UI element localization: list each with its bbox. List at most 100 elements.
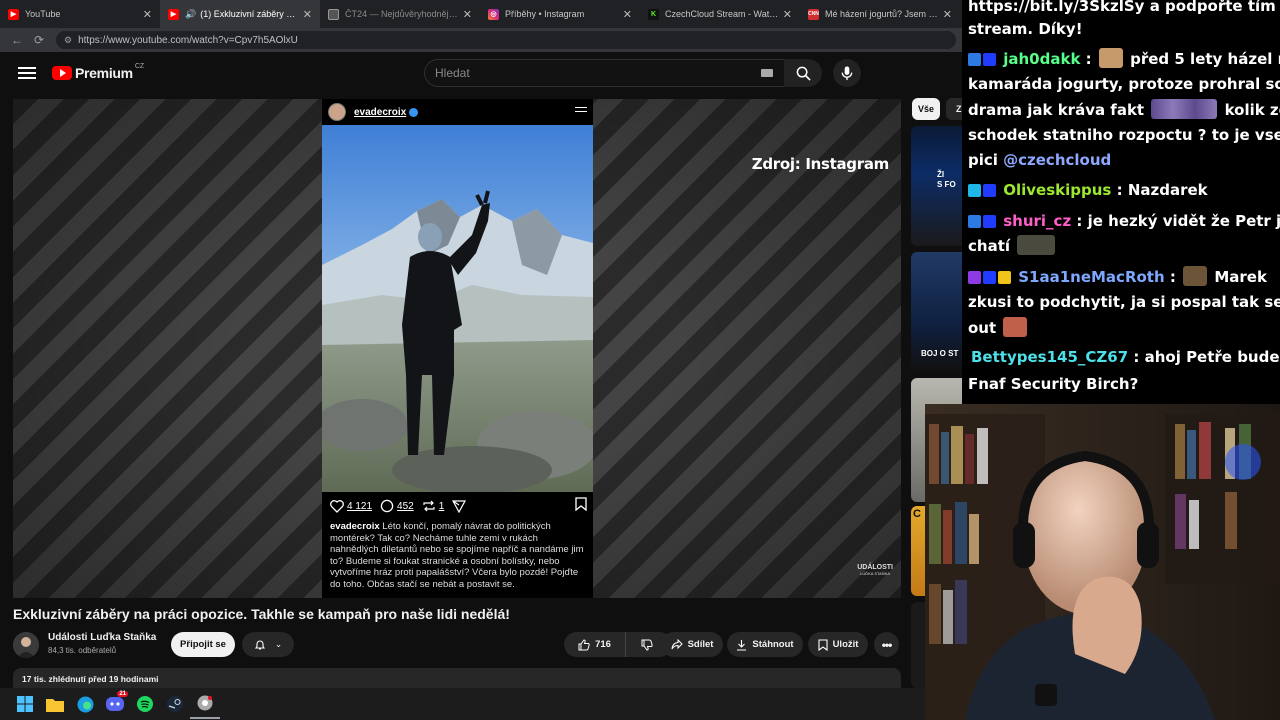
notifications-button[interactable]: ⌄ bbox=[242, 632, 294, 657]
bear-emote-icon bbox=[1183, 266, 1208, 286]
chat-message: před 5 lety házel na bbox=[1130, 50, 1280, 68]
reload-icon[interactable]: ⟳ bbox=[28, 29, 50, 51]
tab-cnn[interactable]: CNN Mé házení jogurtů? Jsem zločinec ✕ bbox=[800, 0, 960, 28]
address-bar-row: ← ⟳ ⚙ https://www.youtube.com/watch?v=Cp… bbox=[0, 28, 962, 52]
more-horizontal-icon: ••• bbox=[881, 637, 893, 652]
youtube-play-icon bbox=[52, 66, 72, 80]
repost-group[interactable]: 1 bbox=[422, 499, 444, 513]
share-icon[interactable] bbox=[452, 499, 467, 513]
logo-text: Premium bbox=[75, 65, 133, 81]
steam-icon[interactable] bbox=[160, 689, 190, 719]
voice-search-button[interactable] bbox=[833, 59, 861, 87]
watermark-line2: LUĎKA STAŇKA bbox=[860, 570, 891, 576]
instagram-caption: evadecroix Léto končí, pomalý návrat do … bbox=[330, 521, 588, 590]
close-tab-icon[interactable]: ✕ bbox=[303, 8, 312, 21]
tab-title: CzechCloud Stream - Watch Live o bbox=[665, 9, 779, 19]
keyboard-icon[interactable] bbox=[761, 69, 773, 77]
cat-emote-icon bbox=[1017, 235, 1056, 255]
save-button[interactable]: Uložit bbox=[808, 632, 868, 657]
close-tab-icon[interactable]: ✕ bbox=[463, 8, 472, 21]
video-player[interactable]: Zdroj: Instagram UDÁLOSTI LUĎKA STAŇKA e… bbox=[13, 99, 901, 598]
description-box[interactable]: 17 tis. zhlédnutí před 19 hodinami bbox=[13, 668, 901, 688]
chat-text: pici bbox=[968, 151, 1004, 169]
tab-ct24[interactable]: ČT24 — Nejdůvěryhodnější zprav ✕ bbox=[320, 0, 480, 28]
chat-mention: @czechcloud bbox=[1003, 151, 1112, 169]
more-actions-button[interactable]: ••• bbox=[874, 632, 899, 657]
url-field[interactable]: ⚙ https://www.youtube.com/watch?v=Cpv7h5… bbox=[56, 31, 956, 49]
bookmark-icon[interactable] bbox=[575, 497, 587, 511]
channel-name[interactable]: Události Luďka Staňka bbox=[48, 632, 156, 643]
avatar[interactable] bbox=[13, 632, 39, 658]
prime-badge-icon bbox=[968, 215, 981, 228]
thumbnail-text: ŽI S FO bbox=[937, 170, 956, 189]
close-tab-icon[interactable]: ✕ bbox=[143, 8, 152, 21]
like-button[interactable]: 716 bbox=[564, 632, 626, 657]
tab-czechcloud[interactable]: K CzechCloud Stream - Watch Live o ✕ bbox=[640, 0, 800, 28]
chat-line: drama jak kráva fakt kolik ze je bbox=[968, 98, 1280, 123]
chat-line: Fnaf Security Birch? bbox=[968, 372, 1280, 397]
sub-badge-icon bbox=[968, 271, 981, 284]
close-tab-icon[interactable]: ✕ bbox=[943, 8, 952, 21]
bell-icon bbox=[254, 640, 265, 650]
search-button[interactable] bbox=[784, 59, 822, 87]
chat-text: stream. Díky! bbox=[968, 20, 1083, 38]
source-label: Zdroj: Instagram bbox=[751, 155, 890, 173]
discord-icon[interactable]: 21 bbox=[100, 689, 130, 719]
share-label: Sdílet bbox=[687, 639, 714, 650]
tab-title: (1) Exkluzivní záběry na práci bbox=[200, 9, 299, 19]
browser-tab-bar: ▶ YouTube ✕ ▶ 🔊 (1) Exkluzivní záběry na… bbox=[0, 0, 962, 28]
chat-line: Bettypes145_CZ67 : ahoj Petře bude hra bbox=[968, 345, 1280, 370]
menu-icon[interactable] bbox=[18, 64, 36, 82]
back-arrow-icon[interactable]: ← bbox=[6, 29, 28, 51]
chip-secondary[interactable]: Z bbox=[946, 98, 962, 120]
tab-youtube[interactable]: ▶ YouTube ✕ bbox=[0, 0, 160, 28]
chat-message: Marek bbox=[1214, 268, 1267, 286]
tab-instagram[interactable]: ◎ Příběhy • Instagram ✕ bbox=[480, 0, 640, 28]
like-dislike-group: 716 bbox=[564, 632, 672, 657]
site-info-icon[interactable]: ⚙ bbox=[64, 35, 72, 46]
instagram-action-row: 4 121 452 1 bbox=[322, 497, 593, 515]
chat-username: S1aa1neMacRoth bbox=[1018, 268, 1165, 286]
chat-text: drama jak kráva fakt bbox=[968, 101, 1145, 119]
thumbnail-text: C bbox=[913, 508, 921, 520]
tab-active-video[interactable]: ▶ 🔊 (1) Exkluzivní záběry na práci ✕ bbox=[160, 0, 320, 28]
instagram-post-header: evadecroix bbox=[322, 99, 593, 125]
like-count: 716 bbox=[595, 639, 611, 650]
edge-browser-icon[interactable] bbox=[70, 689, 100, 719]
comment-group[interactable]: 452 bbox=[380, 499, 414, 513]
prime-badge-icon bbox=[968, 53, 981, 66]
discord-badge: 21 bbox=[117, 691, 128, 697]
join-button[interactable]: Připojit se bbox=[171, 632, 235, 657]
caption-username: evadecroix bbox=[330, 521, 380, 532]
recommended-video-thumbnail[interactable]: BOJ O ST bbox=[911, 252, 962, 372]
recommended-video-thumbnail[interactable]: ŽI S FO bbox=[911, 126, 962, 246]
moderator-badge-icon bbox=[983, 53, 996, 66]
chip-all[interactable]: Vše bbox=[912, 98, 940, 120]
chat-line: jah0dakk : před 5 lety házel na bbox=[968, 47, 1280, 72]
chrome-icon[interactable] bbox=[190, 689, 220, 719]
close-tab-icon[interactable]: ✕ bbox=[783, 8, 792, 21]
download-button[interactable]: Stáhnout bbox=[727, 632, 803, 657]
chat-username: shuri_cz bbox=[1003, 212, 1072, 230]
thumbs-down-icon bbox=[641, 639, 653, 651]
file-explorer-icon[interactable] bbox=[40, 689, 70, 719]
instagram-favicon-icon: ◎ bbox=[488, 8, 499, 20]
youtube-premium-logo[interactable]: Premium CZ bbox=[52, 62, 145, 81]
like-group[interactable]: 4 121 bbox=[330, 499, 372, 513]
windows-start-icon[interactable] bbox=[10, 689, 40, 719]
chat-line: S1aa1neMacRoth : Marek bbox=[968, 265, 1280, 290]
chat-line: pici @czechcloud bbox=[968, 148, 1280, 173]
streamer-webcam bbox=[925, 404, 1280, 720]
instagram-username: evadecroix bbox=[354, 106, 407, 118]
close-tab-icon[interactable]: ✕ bbox=[623, 8, 632, 21]
chat-text: schodek statniho rozpoctu ? to je vsem u bbox=[968, 126, 1280, 144]
thumbnail-text: BOJ O ST bbox=[921, 349, 959, 358]
search-input[interactable]: Hledat bbox=[424, 59, 786, 87]
logo-country: CZ bbox=[134, 62, 145, 70]
heart-icon bbox=[330, 499, 344, 513]
search-placeholder: Hledat bbox=[435, 66, 470, 80]
speaker-icon[interactable]: 🔊 bbox=[185, 9, 196, 20]
share-button[interactable]: Sdílet bbox=[661, 632, 723, 657]
spotify-icon[interactable] bbox=[130, 689, 160, 719]
chat-text: out bbox=[968, 319, 997, 337]
